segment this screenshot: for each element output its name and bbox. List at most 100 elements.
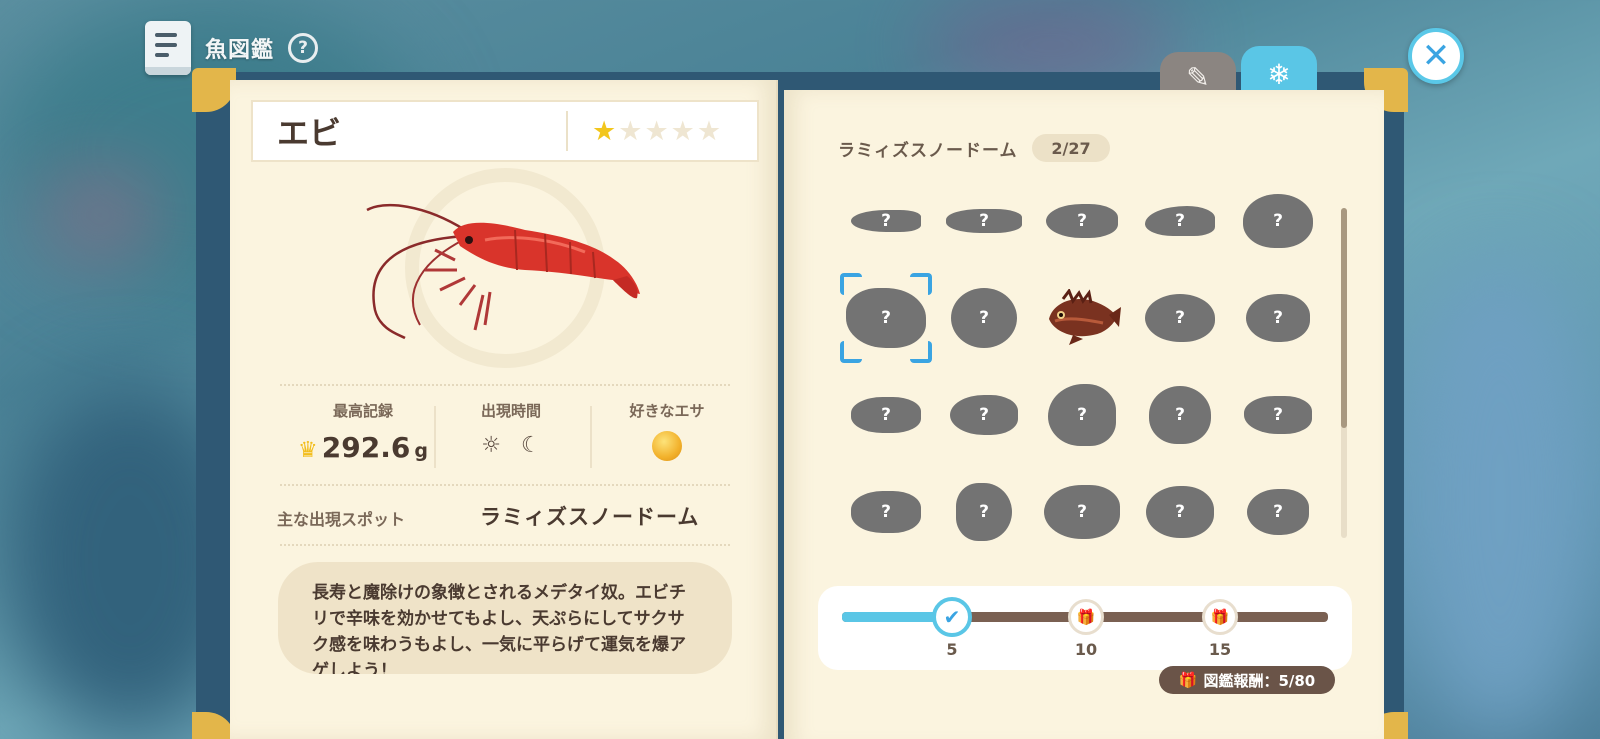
unknown-mark: ? bbox=[1273, 405, 1283, 425]
bait-stat: 好きなエサ bbox=[592, 400, 742, 461]
locked-fish-silhouette: ? bbox=[1149, 386, 1211, 444]
bait-label: 好きなエサ bbox=[629, 402, 705, 420]
spot-value: ラミィズスノードーム bbox=[480, 505, 700, 529]
locked-fish-silhouette: ? bbox=[851, 491, 921, 533]
locked-fish-silhouette: ? bbox=[851, 397, 921, 433]
milestone-label: 15 bbox=[1208, 640, 1232, 659]
unknown-mark: ? bbox=[881, 211, 891, 231]
fish-grid-item[interactable]: ? bbox=[1228, 273, 1328, 363]
star-icon: ★ bbox=[592, 115, 617, 147]
fish-grid-item[interactable]: ? bbox=[1032, 176, 1132, 266]
spot-label: 主な出現スポット bbox=[277, 510, 406, 529]
star-icon: ★ bbox=[644, 115, 669, 147]
record-unit: g bbox=[414, 440, 428, 462]
fish-grid-item[interactable]: ? bbox=[1130, 467, 1230, 557]
brush-icon: ✎ bbox=[1186, 60, 1210, 94]
unknown-mark: ? bbox=[1077, 502, 1087, 522]
snowflake-icon: ❄ bbox=[1267, 57, 1291, 91]
locked-fish-silhouette: ? bbox=[846, 288, 926, 348]
page-title: 魚図鑑 bbox=[205, 38, 275, 63]
sun-icon: ☼ bbox=[481, 433, 501, 458]
reward-badge[interactable]: 🎁 図鑑報酬：5/80 bbox=[1159, 666, 1335, 694]
description-text: 長寿と魔除けの象徴とされるメデタイ奴。エビチリで辛味を効かせてもよし、天ぷらにし… bbox=[312, 583, 686, 674]
fish-name-bar: エビ ★ ★ ★ ★ ★ bbox=[251, 100, 759, 162]
fish-name: エビ bbox=[277, 114, 342, 152]
description-box[interactable]: 長寿と魔除けの象徴とされるメデタイ奴。エビチリで辛味を効かせてもよし、天ぷらにし… bbox=[278, 562, 732, 674]
fish-grid-item[interactable]: ? bbox=[836, 370, 936, 460]
locked-fish-silhouette: ? bbox=[1046, 204, 1118, 238]
milestone-15-gift-icon[interactable]: 🎁 bbox=[1202, 599, 1238, 635]
fish-grid-item[interactable]: ? bbox=[934, 467, 1034, 557]
fish-grid-item[interactable]: ? bbox=[1130, 273, 1230, 363]
unknown-mark: ? bbox=[1175, 405, 1185, 425]
unknown-mark: ? bbox=[1175, 502, 1185, 522]
unknown-mark: ? bbox=[881, 405, 891, 425]
locked-fish-silhouette: ? bbox=[1146, 486, 1214, 538]
fish-grid-item[interactable]: ? bbox=[836, 467, 936, 557]
record-stat: 最高記録 ♛ 292.6 g bbox=[288, 400, 438, 464]
star-icon: ★ bbox=[696, 115, 722, 147]
unknown-mark: ? bbox=[1273, 502, 1283, 522]
locked-fish-silhouette: ? bbox=[1246, 294, 1310, 342]
locked-fish-silhouette: ? bbox=[1048, 384, 1116, 446]
milestone-label: 5 bbox=[946, 640, 958, 659]
locked-fish-silhouette: ? bbox=[851, 210, 921, 232]
time-stat: 出現時間 ☼ ☾ bbox=[436, 400, 586, 458]
locked-fish-silhouette: ? bbox=[951, 288, 1017, 348]
fish-grid-item[interactable]: ? bbox=[934, 176, 1034, 266]
unknown-mark: ? bbox=[979, 502, 989, 522]
moon-icon: ☾ bbox=[521, 433, 541, 458]
fish-grid-item[interactable]: ? bbox=[934, 370, 1034, 460]
unknown-mark: ? bbox=[1077, 211, 1087, 231]
locked-fish-silhouette: ? bbox=[1243, 194, 1313, 248]
unknown-mark: ? bbox=[1077, 405, 1087, 425]
selection-bracket bbox=[840, 341, 862, 363]
close-button[interactable]: ✕ bbox=[1408, 28, 1464, 84]
locked-fish-silhouette: ? bbox=[1145, 294, 1215, 342]
selection-bracket bbox=[910, 273, 932, 295]
fish-grid-item[interactable]: ? bbox=[836, 176, 936, 266]
fish-grid-item[interactable]: ? bbox=[1130, 370, 1230, 460]
background-flower bbox=[40, 170, 160, 260]
locked-fish-silhouette: ? bbox=[956, 483, 1012, 541]
scrollbar-thumb[interactable] bbox=[1341, 208, 1347, 428]
fish-grid-item[interactable]: ? bbox=[1228, 176, 1328, 266]
locked-fish-silhouette: ? bbox=[946, 209, 1022, 233]
unknown-mark: ? bbox=[881, 308, 891, 328]
milestone-label: 10 bbox=[1074, 640, 1098, 659]
milestone-5-check-icon[interactable]: ✔ bbox=[932, 597, 972, 637]
bait-orb-icon bbox=[652, 431, 682, 461]
milestone-10-gift-icon[interactable]: 🎁 bbox=[1068, 599, 1104, 635]
unknown-mark: ? bbox=[881, 502, 891, 522]
fish-grid-item[interactable]: ? bbox=[1032, 370, 1132, 460]
fish-grid-item[interactable]: ? bbox=[934, 273, 1034, 363]
fish-grid-item[interactable] bbox=[1032, 273, 1132, 363]
fish-grid-item[interactable]: ? bbox=[1130, 176, 1230, 266]
background-blur bbox=[1400, 260, 1600, 739]
unknown-mark: ? bbox=[1273, 308, 1283, 328]
unknown-mark: ? bbox=[1175, 308, 1185, 328]
encyclopedia-book-icon bbox=[145, 21, 191, 75]
scorpionfish-icon bbox=[1049, 289, 1121, 345]
fish-grid-item[interactable]: ? bbox=[1228, 370, 1328, 460]
selection-bracket bbox=[910, 341, 932, 363]
time-label: 出現時間 bbox=[480, 402, 541, 420]
unknown-mark: ? bbox=[979, 211, 989, 231]
help-button[interactable]: ? bbox=[288, 33, 319, 63]
locked-fish-silhouette: ? bbox=[1247, 489, 1309, 535]
unknown-mark: ? bbox=[1273, 211, 1283, 231]
record-value: 292.6 bbox=[321, 431, 411, 464]
selection-bracket bbox=[840, 273, 862, 295]
reward-label: 図鑑報酬：5/80 bbox=[1203, 671, 1316, 690]
fish-grid-item[interactable]: ? bbox=[1032, 467, 1132, 557]
fish-grid-item[interactable]: ? bbox=[836, 273, 936, 363]
star-icon: ★ bbox=[670, 115, 695, 147]
gift-icon: 🎁 bbox=[1178, 671, 1198, 689]
collection-count: 2/27 bbox=[1032, 134, 1110, 162]
location-title: ラミィズスノードーム bbox=[838, 141, 1018, 161]
locked-fish-silhouette: ? bbox=[950, 395, 1018, 435]
fish-grid-item[interactable]: ? bbox=[1228, 467, 1328, 557]
close-icon: ✕ bbox=[1421, 36, 1451, 76]
crown-icon: ♛ bbox=[298, 438, 318, 463]
locked-fish-silhouette: ? bbox=[1145, 206, 1215, 236]
